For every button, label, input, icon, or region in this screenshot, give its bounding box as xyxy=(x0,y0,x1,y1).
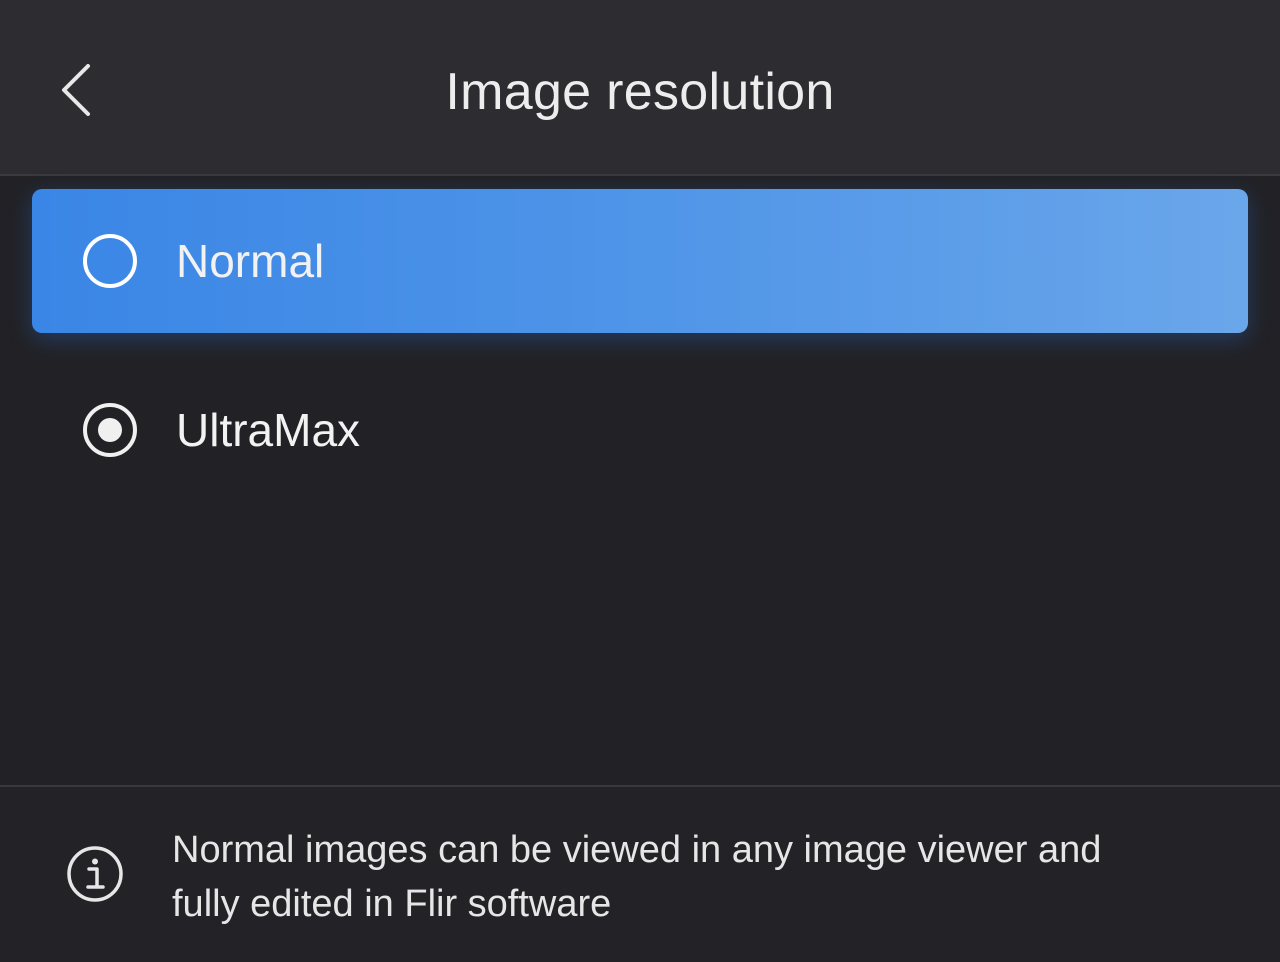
info-text-line: fully edited in Flir software xyxy=(172,883,612,925)
radio-unselected-icon[interactable] xyxy=(82,233,138,289)
header-bar: Image resolution xyxy=(0,0,1280,176)
radio-selected-icon[interactable] xyxy=(82,402,138,458)
info-text-line: Normal images can be viewed in any image… xyxy=(172,829,1102,871)
option-label: UltraMax xyxy=(176,404,361,456)
info-icon xyxy=(67,846,123,902)
info-panel: Normal images can be viewed in any image… xyxy=(0,787,1280,962)
info-text: Normal images can be viewed in any image… xyxy=(172,823,1232,931)
option-ultramax[interactable]: UltraMax xyxy=(32,358,1248,502)
option-normal[interactable]: Normal xyxy=(32,189,1248,333)
option-label: Normal xyxy=(176,235,325,287)
page-title: Image resolution xyxy=(445,63,835,121)
image-resolution-screen: Image resolution Normal UltraMax Normal … xyxy=(0,0,1280,962)
